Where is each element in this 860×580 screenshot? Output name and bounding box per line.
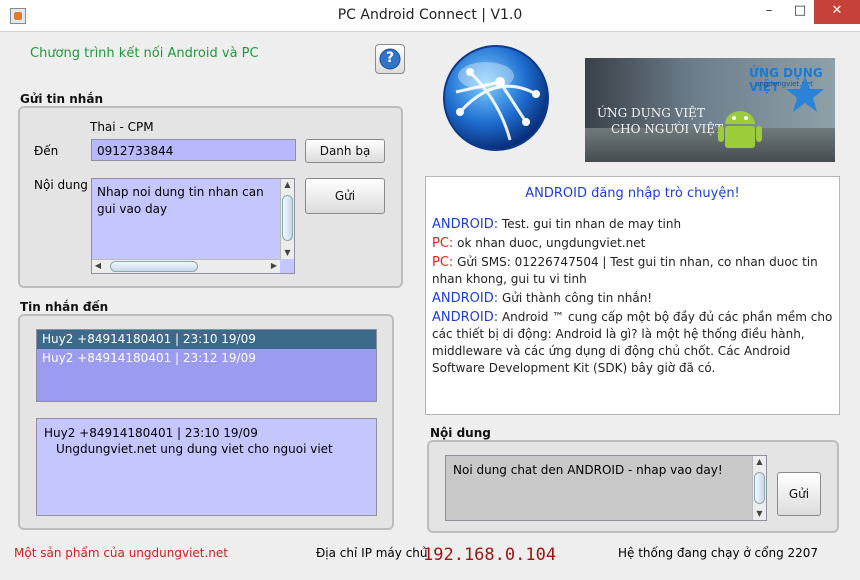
maximize-button[interactable]: □: [786, 0, 814, 24]
phone-input[interactable]: 0912733844: [91, 139, 296, 161]
help-glyph: ?: [385, 50, 395, 66]
sms-content-text: Nhap noi dung tin nhan can gui vao day: [97, 185, 264, 216]
banner-tagline-2: CHO NGƯỜI VIỆT: [611, 122, 724, 136]
globe-icon: [443, 45, 549, 151]
chat-header: ANDROID đăng nhập trò chuyện!: [525, 186, 740, 201]
title-bar: PC Android Connect | V1.0 – □ ✕: [0, 0, 860, 32]
close-button[interactable]: ✕: [814, 0, 860, 24]
minimize-button[interactable]: –: [754, 0, 784, 24]
send-chat-button[interactable]: Gửi: [777, 472, 821, 516]
scroll-right-icon[interactable]: ▶: [268, 260, 280, 273]
contacts-button[interactable]: Danh bạ: [305, 139, 385, 163]
chat-log: ANDROID đăng nhập trò chuyện! ANDROID: T…: [425, 176, 840, 415]
chat-message: ANDROID: Android ™ cung cấp một bộ đầy đ…: [432, 309, 833, 377]
chat-message: PC: ok nhan duoc, ungdungviet.net: [432, 235, 833, 252]
chat-compose-textarea[interactable]: Noi dung chat den ANDROID - nhap vao day…: [445, 455, 767, 521]
compose-section-title: Nội dung: [430, 426, 491, 440]
chat-compose-text: Noi dung chat den ANDROID - nhap vao day…: [453, 463, 723, 477]
chat-sender: PC:: [432, 255, 454, 270]
inbox-detail: Huy2 +84914180401 | 23:10 19/09 Ungdungv…: [36, 418, 377, 516]
window-title: PC Android Connect | V1.0: [337, 7, 523, 23]
inbox-section-title: Tin nhắn đến: [20, 300, 109, 314]
scroll-thumb[interactable]: [282, 195, 293, 241]
product-credit: Một sản phẩm của ungdungviet.net: [14, 546, 228, 560]
hscroll-thumb[interactable]: [110, 261, 198, 272]
send-sms-button[interactable]: Gửi: [305, 178, 385, 214]
scroll-left-icon[interactable]: ◀: [92, 260, 104, 273]
inbox-detail-header: Huy2 +84914180401 | 23:10 19/09: [44, 426, 258, 440]
chat-sender: ANDROID:: [432, 217, 499, 232]
sms-content-vscroll[interactable]: ▲ ▼: [280, 179, 294, 259]
ip-label: Địa chỉ IP máy chủ: [316, 546, 428, 560]
inbox-item[interactable]: Huy2 +84914180401 | 23:12 19/09: [37, 349, 376, 368]
banner-image: ỨNG DỤNG VIỆT ungdungviet.net ỨNG DỤNG V…: [585, 58, 835, 162]
chat-text: Test. gui tin nhan de may tinh: [501, 217, 682, 231]
to-label: Đến: [34, 144, 59, 158]
scroll-down-icon[interactable]: ▼: [753, 508, 766, 520]
port-status: Hệ thống đang chạy ở cổng 2207: [618, 546, 819, 560]
android-icon: [718, 111, 762, 148]
chat-message: PC: Gửi SMS: 01226747504 | Test gui tin …: [432, 254, 833, 288]
scroll-up-icon[interactable]: ▲: [281, 179, 294, 191]
content-label: Nội dung: [34, 178, 88, 192]
chat-message: ANDROID: Gửi thành công tin nhắn!: [432, 290, 833, 307]
ip-value: 192.168.0.104: [423, 545, 557, 565]
compose-vscroll[interactable]: ▲ ▼: [752, 456, 766, 520]
star-icon: [786, 76, 824, 112]
chat-text: Gửi SMS: 01226747504 | Test gui tin nhan…: [432, 255, 818, 286]
chat-text: Gửi thành công tin nhắn!: [501, 291, 653, 305]
inbox-list[interactable]: Huy2 +84914180401 | 23:10 19/09 Huy2 +84…: [36, 329, 377, 402]
chat-sender: ANDROID:: [432, 291, 499, 306]
send-section-title: Gửi tin nhắn: [20, 92, 103, 106]
inbox-detail-body: Ungdungviet.net ung dung viet cho nguoi …: [56, 442, 333, 456]
scroll-up-icon[interactable]: ▲: [753, 456, 766, 468]
inbox-item-selected[interactable]: Huy2 +84914180401 | 23:10 19/09: [37, 330, 376, 349]
chat-text: ok nhan duoc, ungdungviet.net: [457, 236, 646, 250]
banner-tagline-1: ỨNG DỤNG VIỆT: [597, 106, 705, 120]
chat-sender: PC:: [432, 236, 454, 251]
contact-name: Thai - CPM: [90, 120, 154, 134]
app-subtitle: Chương trình kết nối Android và PC: [30, 46, 259, 61]
chat-message: ANDROID: Test. gui tin nhan de may tinh: [432, 216, 833, 233]
chat-sender: ANDROID:: [432, 310, 499, 325]
scroll-down-icon[interactable]: ▼: [281, 247, 294, 259]
sms-content-hscroll[interactable]: ◀ ▶: [92, 259, 280, 273]
scroll-thumb[interactable]: [754, 472, 765, 504]
help-button[interactable]: ?: [375, 44, 405, 74]
